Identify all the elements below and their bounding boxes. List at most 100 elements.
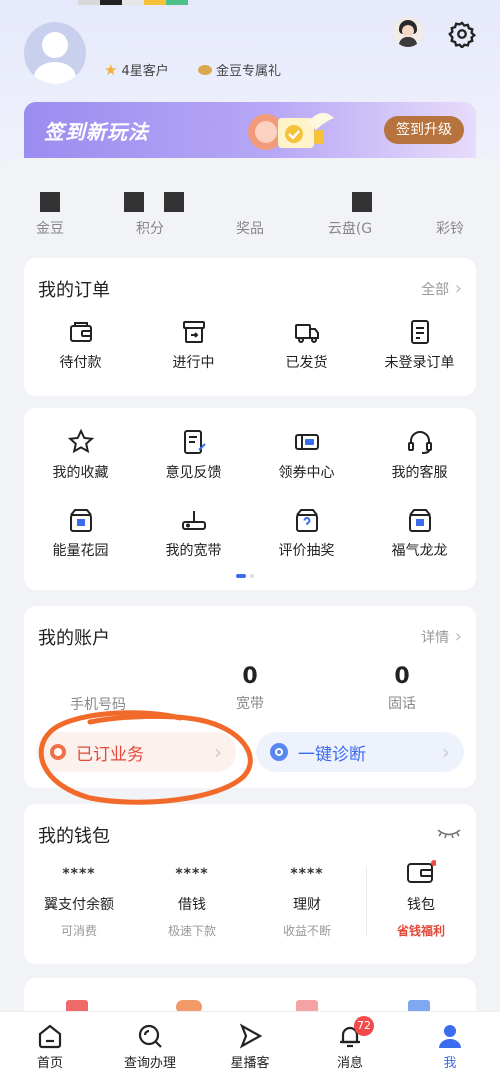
- orders-all-link[interactable]: 全部: [421, 278, 462, 299]
- home-icon: [38, 1024, 62, 1049]
- star-outline-icon: [67, 428, 94, 454]
- checkin-gift-illustration-icon: [248, 112, 334, 150]
- wallet-item-name: 借钱: [178, 897, 206, 913]
- customer-level-badge[interactable]: ★ 4星客户: [104, 60, 169, 80]
- service-label: 我的客服: [391, 465, 448, 481]
- star-icon: ★: [104, 60, 118, 79]
- orders-title: 我的订单: [38, 280, 110, 301]
- stat-label: 云盘(G: [327, 221, 373, 237]
- order-not-logged-in[interactable]: 未登录订单: [363, 318, 476, 372]
- page-indicator: [236, 574, 254, 578]
- tab-query-handle[interactable]: 查询办理: [100, 1012, 200, 1075]
- service-lucky-dragon[interactable]: 福气龙龙: [363, 506, 476, 560]
- service-label: 我的收藏: [52, 465, 109, 481]
- subscribed-services-label: 已订业务: [76, 744, 144, 765]
- router-icon: [181, 511, 206, 530]
- service-my-broadband[interactable]: 我的宽带: [137, 506, 250, 560]
- assistant-avatar-icon[interactable]: [393, 17, 423, 47]
- fortune-box-icon: [69, 509, 92, 532]
- account-value: 0: [242, 664, 258, 689]
- checkin-upgrade-button[interactable]: 签到升级: [384, 116, 464, 144]
- tab-star-podcast[interactable]: 星播客: [200, 1012, 300, 1075]
- account-phone[interactable]: 手机号码: [38, 664, 158, 714]
- order-shipped[interactable]: 已发货: [250, 318, 363, 372]
- truck-icon: [294, 324, 319, 343]
- order-pending-payment[interactable]: 待付款: [24, 318, 137, 372]
- redacted-value: [164, 192, 184, 212]
- document-icon: [410, 320, 429, 344]
- service-customer-support[interactable]: 我的客服: [363, 428, 476, 482]
- banner-title: 签到新玩法: [44, 120, 149, 144]
- chevron-right-icon: ›: [214, 740, 222, 764]
- tab-label: 我: [443, 1056, 457, 1071]
- box-progress-icon: [182, 321, 205, 343]
- gold-bean-gift-label: 金豆专属礼: [216, 64, 282, 79]
- tab-label: 首页: [36, 1056, 63, 1071]
- wallet-pay-icon: [69, 322, 92, 342]
- tab-home[interactable]: 首页: [0, 1012, 100, 1075]
- coin-icon: [50, 744, 66, 760]
- tab-label: 消息: [336, 1056, 363, 1071]
- service-coupon-center[interactable]: 领券中心: [250, 428, 363, 482]
- stat-label: 彩铃: [436, 221, 464, 237]
- feedback-icon: [183, 430, 206, 454]
- wallet-icon: [407, 860, 436, 883]
- service-feedback[interactable]: 意见反馈: [137, 428, 250, 482]
- user-avatar[interactable]: [24, 22, 86, 84]
- wallet-entry[interactable]: 钱包 省钱福利: [366, 860, 476, 939]
- account-details-link[interactable]: 详情: [421, 626, 462, 647]
- order-item-label: 待付款: [59, 355, 102, 371]
- chevron-right-icon: ›: [442, 740, 450, 764]
- fortune-box-icon: [408, 509, 431, 532]
- stat-label: 积分: [136, 221, 164, 237]
- headset-icon: [407, 431, 432, 454]
- wallet-item-sub: 可消费: [60, 924, 97, 938]
- account-broadband[interactable]: 0 宽带: [190, 664, 310, 713]
- wallet-wealth[interactable]: **** 理财 收益不断: [252, 866, 362, 939]
- subscribed-services-button[interactable]: 已订业务 ›: [36, 732, 236, 772]
- wallet-amount: ****: [62, 866, 96, 882]
- redacted-value: [352, 192, 372, 212]
- account-label: 手机号码: [70, 697, 126, 713]
- order-in-progress[interactable]: 进行中: [137, 318, 250, 372]
- gold-bean-gift-badge[interactable]: 金豆专属礼: [198, 60, 281, 79]
- account-landline[interactable]: 0 固话: [342, 664, 462, 713]
- search-handle-icon: [138, 1024, 162, 1048]
- tab-me[interactable]: 我: [400, 1012, 500, 1075]
- service-label: 能量花园: [52, 543, 109, 559]
- service-energy-garden[interactable]: 能量花园: [24, 506, 137, 560]
- question-box-icon: [295, 509, 318, 532]
- service-review-lottery[interactable]: 评价抽奖: [250, 506, 363, 560]
- wallet-balance[interactable]: **** 翼支付余额 可消费: [24, 866, 134, 939]
- checkin-banner[interactable]: 签到新玩法 签到升级: [24, 102, 476, 158]
- service-label: 我的宽带: [165, 543, 222, 559]
- one-click-diagnosis-button[interactable]: 一键诊断 ›: [256, 732, 464, 772]
- service-favorites[interactable]: 我的收藏: [24, 428, 137, 482]
- wallet-borrow[interactable]: **** 借钱 极速下款: [137, 866, 247, 939]
- wallet-entry-sub: 省钱福利: [396, 924, 445, 938]
- account-value: [38, 664, 158, 690]
- stat-label: 奖品: [236, 221, 264, 237]
- service-label: 意见反馈: [165, 465, 222, 481]
- gear-icon[interactable]: [448, 20, 476, 48]
- status-strip: [78, 0, 188, 5]
- wallet-amount: ****: [175, 866, 209, 882]
- tab-messages[interactable]: 72 消息: [300, 1012, 400, 1075]
- wallet-item-sub: 收益不断: [282, 924, 331, 938]
- redacted-value: [40, 192, 60, 212]
- my-account-card: 我的账户 详情 手机号码 0 宽带 0 固话 已订业务 › 一键诊断 ›: [24, 606, 476, 788]
- account-label: 宽带: [236, 696, 264, 712]
- services-card: 我的收藏 意见反馈 领券中心 我的客服 能量花园 我的宽带 评价抽奖 福气龙龙: [24, 408, 476, 590]
- coupon-icon: [294, 434, 319, 450]
- customer-level-label: 4星客户: [121, 64, 169, 79]
- eye-closed-icon[interactable]: [436, 826, 462, 840]
- service-label: 评价抽奖: [278, 543, 335, 559]
- order-item-label: 进行中: [172, 355, 215, 371]
- profile-icon: [439, 1025, 461, 1048]
- tab-label: 星播客: [230, 1056, 270, 1071]
- wallet-amount: ****: [290, 866, 324, 882]
- bottom-tab-bar: 首页 查询办理 星播客 72 消息 我: [0, 1011, 500, 1075]
- order-item-label: 未登录订单: [384, 355, 455, 371]
- asset-stats-row: 金豆 积分 奖品 云盘(G 彩铃: [0, 158, 500, 240]
- stat-label: 金豆: [36, 221, 64, 237]
